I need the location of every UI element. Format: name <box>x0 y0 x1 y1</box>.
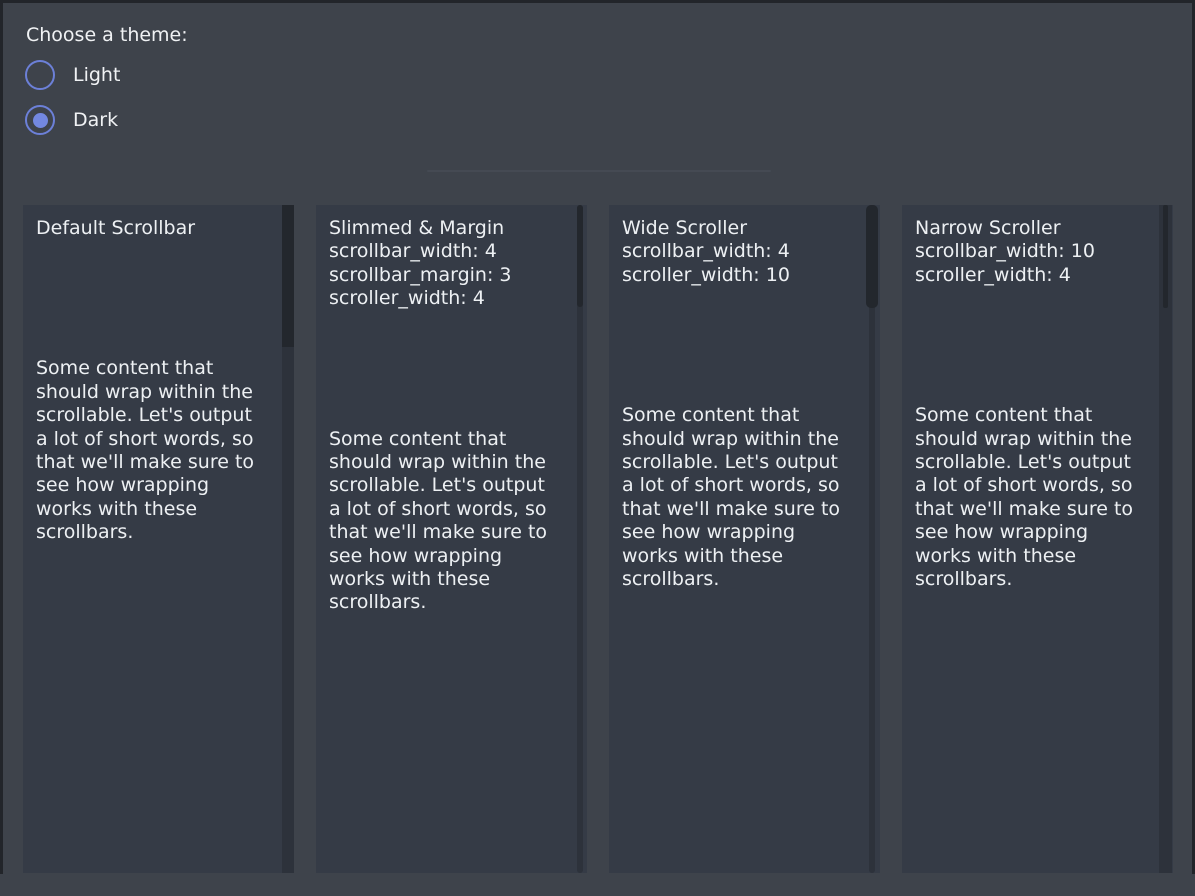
horizontal-rule <box>427 170 771 172</box>
radio-option-light[interactable]: Light <box>25 60 120 90</box>
panel-params: scrollbar_width: 4 scrollbar_margin: 3 s… <box>329 240 571 310</box>
panel-content: Wide Scroller scrollbar_width: 4 scrolle… <box>609 205 880 591</box>
panel-params: scrollbar_width: 4 scroller_width: 10 <box>622 240 864 287</box>
panel-body-text: Some content that should wrap within the… <box>915 404 1157 591</box>
window-border-left <box>0 0 3 874</box>
scrollbar-demo-row: Default Scrollbar Some content that shou… <box>23 205 1173 873</box>
window-border-top <box>0 0 1195 3</box>
scrollbar-thumb[interactable] <box>282 205 294 347</box>
panel-default-scrollbar[interactable]: Default Scrollbar Some content that shou… <box>23 205 294 873</box>
panel-title: Narrow Scroller <box>915 217 1157 240</box>
radio-label-light[interactable]: Light <box>73 64 120 86</box>
scrollbar-thumb[interactable] <box>866 205 878 308</box>
panel-params: scrollbar_width: 10 scroller_width: 4 <box>915 240 1157 287</box>
panel-wide-scroller[interactable]: Wide Scroller scrollbar_width: 4 scrolle… <box>609 205 880 873</box>
panel-narrow-scroller[interactable]: Narrow Scroller scrollbar_width: 10 scro… <box>902 205 1173 873</box>
scrollbar-thumb[interactable] <box>1163 205 1168 308</box>
theme-chooser: Choose a theme: Light Dark <box>26 24 188 47</box>
panel-body-text: Some content that should wrap within the… <box>622 404 864 591</box>
panel-slimmed-margin[interactable]: Slimmed & Margin scrollbar_width: 4 scro… <box>316 205 587 873</box>
panel-title: Default Scrollbar <box>36 217 278 240</box>
scrollbar-thumb[interactable] <box>577 205 583 307</box>
panel-content: Slimmed & Margin scrollbar_width: 4 scro… <box>316 205 587 615</box>
radio-button-icon[interactable] <box>25 105 55 135</box>
panel-content: Default Scrollbar Some content that shou… <box>23 205 294 545</box>
panel-body-text: Some content that should wrap within the… <box>36 357 278 544</box>
panel-content: Narrow Scroller scrollbar_width: 10 scro… <box>902 205 1173 591</box>
radio-option-dark[interactable]: Dark <box>25 105 118 135</box>
theme-chooser-label: Choose a theme: <box>26 24 188 47</box>
radio-dot-icon <box>33 113 48 128</box>
radio-label-dark[interactable]: Dark <box>73 109 118 131</box>
radio-button-icon[interactable] <box>25 60 55 90</box>
panel-title: Slimmed & Margin <box>329 217 571 240</box>
panel-title: Wide Scroller <box>622 217 864 240</box>
panel-body-text: Some content that should wrap within the… <box>329 428 571 615</box>
